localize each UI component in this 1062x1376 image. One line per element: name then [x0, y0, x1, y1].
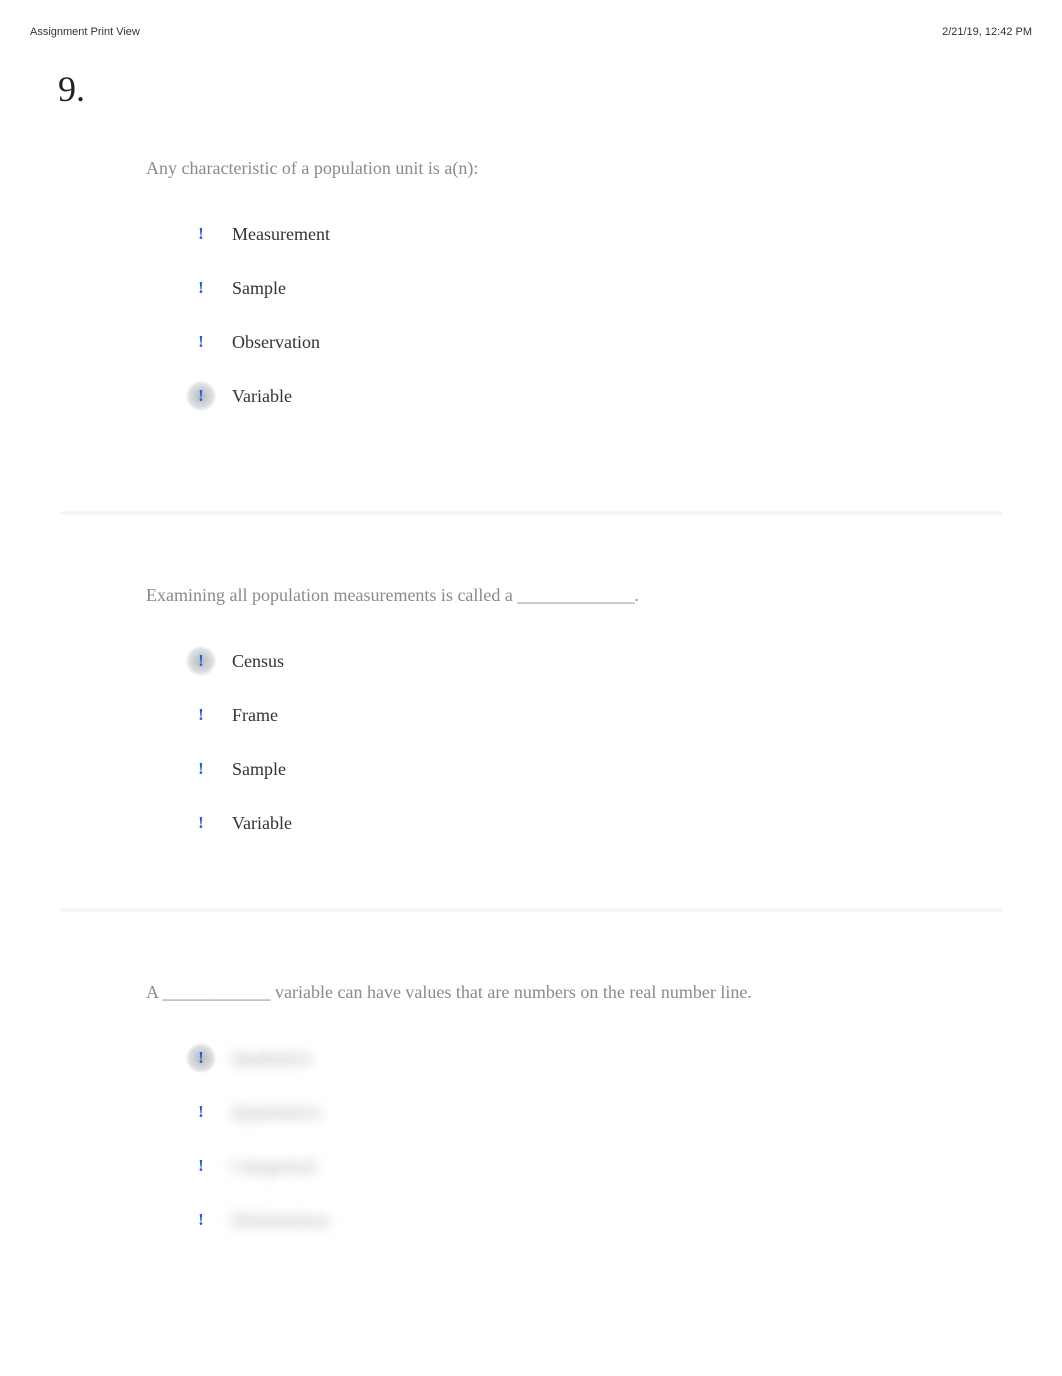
option-row-2d: ! Variable [186, 808, 1062, 838]
option-row-1b: ! Sample [186, 273, 1062, 303]
marker-icon: ! [186, 273, 216, 303]
option-row-3c: ! Categorical [186, 1151, 1062, 1181]
marker-icon-correct: ! [186, 381, 216, 411]
prompt-1: Any characteristic of a population unit … [146, 158, 1062, 179]
page-header: Assignment Print View 2/21/19, 12:42 PM [0, 0, 1062, 48]
options-1: ! Measurement ! Sample ! Observation ! V… [146, 219, 1062, 411]
option-label: Quantitative [232, 1102, 321, 1123]
option-label: Qualitative [232, 1048, 312, 1069]
option-row-2a: ! Census [186, 646, 1062, 676]
options-3: ! Qualitative ! Quantitative ! Categoric… [146, 1043, 1062, 1235]
marker-icon: ! [186, 808, 216, 838]
option-label: Sample [232, 278, 286, 299]
option-label: Sample [232, 759, 286, 780]
option-row-1c: ! Observation [186, 327, 1062, 357]
options-2: ! Census ! Frame ! Sample ! Variable [146, 646, 1062, 838]
question-body-2: Examining all population measurements is… [0, 515, 1062, 838]
option-row-2b: ! Frame [186, 700, 1062, 730]
question-number: 9. [58, 68, 146, 435]
content: 9. Any characteristic of a population un… [0, 48, 1062, 1235]
prompt-3: A ____________ variable can have values … [146, 982, 1062, 1003]
question-body-3: A ____________ variable can have values … [0, 912, 1062, 1235]
marker-icon: ! [186, 1205, 216, 1235]
marker-icon: ! [186, 327, 216, 357]
marker-icon: ! [186, 1097, 216, 1127]
option-label: Dichotomous [232, 1210, 329, 1231]
marker-icon: ! [186, 1151, 216, 1181]
marker-icon: ! [186, 219, 216, 249]
option-label: Variable [232, 386, 292, 407]
question-block: 9. Any characteristic of a population un… [0, 48, 1062, 441]
marker-icon-correct: ! [186, 1043, 216, 1073]
header-left: Assignment Print View [30, 26, 140, 38]
marker-icon: ! [186, 754, 216, 784]
header-right: 2/21/19, 12:42 PM [942, 26, 1032, 38]
option-row-3d: ! Dichotomous [186, 1205, 1062, 1235]
option-row-1a: ! Measurement [186, 219, 1062, 249]
question-body-1: Any characteristic of a population unit … [146, 68, 1062, 435]
option-label: Categorical [232, 1156, 315, 1177]
prompt-2: Examining all population measurements is… [146, 585, 1062, 606]
marker-icon: ! [186, 700, 216, 730]
option-label: Observation [232, 332, 320, 353]
option-row-3b: ! Quantitative [186, 1097, 1062, 1127]
option-row-1d: ! Variable [186, 381, 1062, 411]
option-label: Variable [232, 813, 292, 834]
option-row-2c: ! Sample [186, 754, 1062, 784]
option-row-3a: ! Qualitative [186, 1043, 1062, 1073]
option-label: Census [232, 651, 284, 672]
option-label: Frame [232, 705, 278, 726]
option-label: Measurement [232, 224, 330, 245]
marker-icon-correct: ! [186, 646, 216, 676]
